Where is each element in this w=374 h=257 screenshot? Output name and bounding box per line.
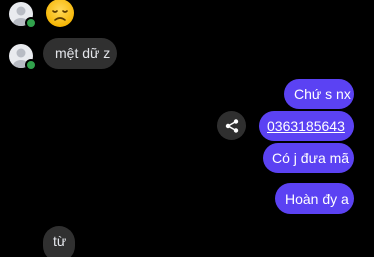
outgoing-message[interactable]: Hoàn đy a xyxy=(275,183,354,214)
chat-thread: mệt dữ z Chứ s nx 0363185643 Có j đưa mã… xyxy=(0,0,374,257)
outgoing-phone-link[interactable]: 0363185643 xyxy=(259,111,354,141)
online-status-dot xyxy=(25,17,37,29)
emoji-message[interactable] xyxy=(44,0,76,29)
online-status-dot xyxy=(25,59,37,71)
outgoing-message[interactable]: Chứ s nx xyxy=(284,79,354,109)
incoming-message[interactable]: từ xyxy=(43,226,75,257)
share-icon xyxy=(225,118,238,133)
incoming-message[interactable]: mệt dữ z xyxy=(43,38,117,69)
share-button[interactable] xyxy=(217,111,246,140)
disappointed-face-icon xyxy=(46,0,74,27)
outgoing-message[interactable]: Có j đưa mã xyxy=(263,143,354,173)
